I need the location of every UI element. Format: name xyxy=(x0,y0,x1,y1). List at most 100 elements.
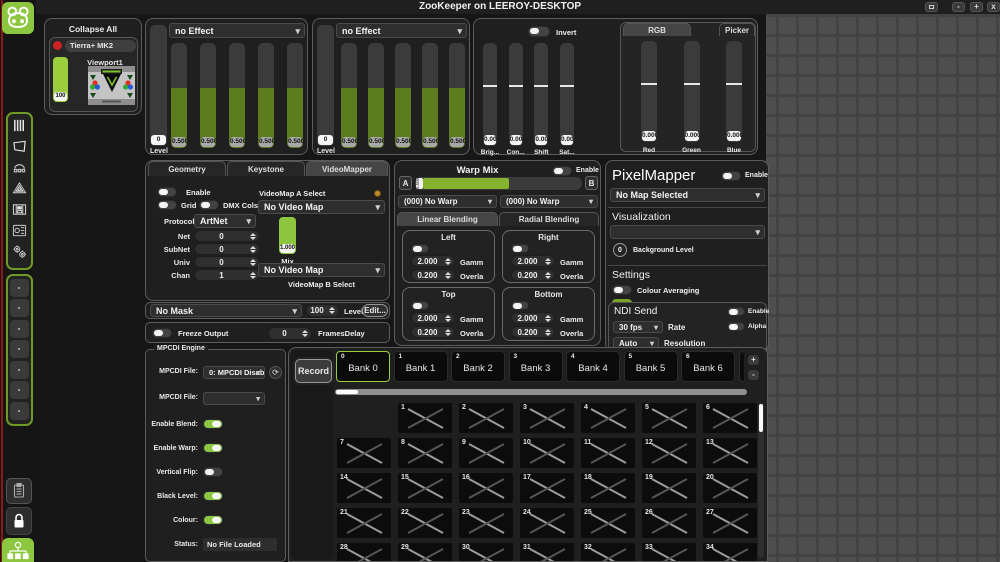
mpcdi-file2-dropdown[interactable]: ▾ xyxy=(203,392,265,405)
preset-cell[interactable]: 22 xyxy=(398,508,452,538)
scrollbar-handle[interactable] xyxy=(336,390,358,394)
preset-cell[interactable]: 14 xyxy=(337,473,391,503)
blend-right-toggle[interactable] xyxy=(511,244,529,253)
bank-tab[interactable]: 7 Bank 7 xyxy=(738,351,744,382)
mask-level-stepper[interactable]: 100 xyxy=(306,304,339,317)
warp-b-dropdown[interactable]: (000) No Warp ▾ xyxy=(500,195,598,208)
preset-cell[interactable]: 18 xyxy=(581,473,635,503)
warp-tool-button[interactable] xyxy=(9,178,30,198)
videomap-mix-fader[interactable]: 1.000 xyxy=(279,217,296,254)
adjust-fader[interactable]: 0.000 xyxy=(559,43,574,146)
mask-dropdown[interactable]: No Mask ▾ xyxy=(150,304,302,317)
videomapper-tool-button[interactable] xyxy=(9,157,30,177)
close-button[interactable]: x xyxy=(987,2,1000,12)
preset-cell[interactable]: 11 xyxy=(581,438,635,468)
videomapper-enable-toggle[interactable] xyxy=(157,187,177,197)
preset-cell[interactable]: 16 xyxy=(459,473,513,503)
lock-button[interactable] xyxy=(6,507,32,535)
dmx-row-stepper[interactable]: 0 xyxy=(194,243,260,255)
adjust-fader[interactable]: 0.000 xyxy=(726,41,742,142)
layer-slot-2[interactable] xyxy=(10,299,29,317)
minimize-button[interactable]: - xyxy=(952,2,965,12)
preset-cell[interactable]: 4 xyxy=(581,403,635,433)
effect-select-dropdown[interactable]: no Effect ▾ xyxy=(169,23,305,38)
tab-keystone[interactable]: Keystone xyxy=(227,161,305,176)
videomap-b-dropdown[interactable]: No Video Map ▾ xyxy=(258,263,385,277)
preset-cell[interactable]: 28 xyxy=(337,543,391,561)
preset-cell[interactable]: 26 xyxy=(642,508,696,538)
colour-averaging-toggle[interactable] xyxy=(612,285,632,295)
layer-slot-4[interactable] xyxy=(10,340,29,358)
adjust-fader[interactable]: 0.000 xyxy=(641,41,657,142)
adjust-fader[interactable]: 0.000 xyxy=(508,43,523,146)
bank-tab[interactable]: 4 Bank 4 xyxy=(566,351,620,382)
scrollbar-handle[interactable] xyxy=(759,404,763,432)
tab-videomapper[interactable]: VideoMapper xyxy=(306,161,388,176)
ndi-rate-dropdown[interactable]: 30 fps ▾ xyxy=(613,321,663,333)
layer-slot-3[interactable] xyxy=(10,319,29,338)
preset-cell[interactable]: 10 xyxy=(520,438,574,468)
grid-toggle[interactable] xyxy=(157,200,177,210)
tab-picker[interactable]: Picker xyxy=(719,23,755,36)
network-button[interactable] xyxy=(2,538,34,562)
preset-cell[interactable]: 23 xyxy=(459,508,513,538)
warp-b-button[interactable]: B xyxy=(585,176,598,190)
preset-scrollbar-vertical[interactable] xyxy=(758,403,764,558)
bank-tab[interactable]: 2 Bank 2 xyxy=(451,351,505,382)
media-tool-button[interactable] xyxy=(9,199,30,219)
mpcdi-file-dropdown[interactable]: 0: MPCDI Disab ▾ xyxy=(203,366,265,379)
hippotizer-logo-button[interactable] xyxy=(2,2,34,34)
layer-slot-5[interactable] xyxy=(10,360,29,379)
ndi-enable-toggle[interactable] xyxy=(727,307,745,316)
gamma-stepper[interactable]: 2.000 xyxy=(411,312,455,324)
dmx-row-stepper[interactable]: 1 xyxy=(194,269,260,281)
bank-tab[interactable]: 0 Bank 0 xyxy=(336,351,390,382)
adjust-fader[interactable]: 0.000 xyxy=(483,43,497,146)
preset-cell[interactable]: 30 xyxy=(459,543,513,561)
viewport-thumbnail[interactable] xyxy=(88,66,135,105)
preset-cell[interactable]: 1 xyxy=(398,403,452,433)
layer-slot-1[interactable] xyxy=(10,278,29,297)
dmx-row-stepper[interactable]: 0 xyxy=(194,230,260,242)
viewport-tool-button[interactable] xyxy=(9,136,30,156)
adjust-fader[interactable]: 0.000 xyxy=(683,41,700,142)
preset-cell[interactable]: 5 xyxy=(642,403,696,433)
warp-enable-toggle[interactable] xyxy=(552,166,572,176)
preset-cell[interactable]: 34 xyxy=(703,543,757,561)
overlap-stepper[interactable]: 0.200 xyxy=(411,326,455,338)
background-level-knob[interactable]: 0 xyxy=(613,243,627,257)
tab-rgb[interactable]: RGB xyxy=(623,23,691,36)
layer-slot-6[interactable] xyxy=(10,381,29,399)
preset-cell[interactable]: 21 xyxy=(337,508,391,538)
frames-delay-stepper[interactable]: 0 xyxy=(268,327,312,340)
warp-a-dropdown[interactable]: (000) No Warp ▾ xyxy=(398,195,497,208)
bank-tab[interactable]: 5 Bank 5 xyxy=(623,351,678,382)
overlap-stepper[interactable]: 0.200 xyxy=(511,326,555,338)
overlap-stepper[interactable]: 0.200 xyxy=(511,269,555,281)
record-button[interactable]: Record xyxy=(295,359,332,383)
settings-tool-button[interactable] xyxy=(9,241,30,261)
output-level-fader[interactable]: 100 xyxy=(53,57,68,102)
preset-cell[interactable]: 20 xyxy=(703,473,757,503)
bank-tab[interactable]: 3 Bank 3 xyxy=(508,351,563,382)
preset-cell[interactable]: 29 xyxy=(398,543,452,561)
notes-button[interactable] xyxy=(6,478,32,504)
preset-cell[interactable]: 33 xyxy=(642,543,696,561)
refresh-button[interactable]: ⟳ xyxy=(269,366,282,379)
preset-cell[interactable]: 17 xyxy=(520,473,574,503)
colour-toggle[interactable] xyxy=(203,515,223,525)
effect-select-dropdown[interactable]: no Effect ▾ xyxy=(336,23,467,38)
bank-scrollbar-horizontal[interactable] xyxy=(335,389,747,395)
invert-toggle[interactable] xyxy=(528,26,550,37)
dmx-row-stepper[interactable]: 0 xyxy=(194,256,260,268)
preset-cell[interactable]: 19 xyxy=(642,473,696,503)
preset-cell[interactable]: 24 xyxy=(520,508,574,538)
preset-cell[interactable]: 12 xyxy=(642,438,696,468)
bank-tab[interactable]: 1 Bank 1 xyxy=(393,351,448,382)
videomap-a-dropdown[interactable]: No Video Map ▾ xyxy=(258,200,385,214)
gamma-stepper[interactable]: 2.000 xyxy=(511,255,555,267)
freeze-output-toggle[interactable] xyxy=(152,328,172,338)
maximize-button[interactable]: + xyxy=(970,2,983,12)
warp-mix-handle[interactable]: 0.500 xyxy=(416,178,423,189)
preset-cell[interactable]: 31 xyxy=(520,543,574,561)
